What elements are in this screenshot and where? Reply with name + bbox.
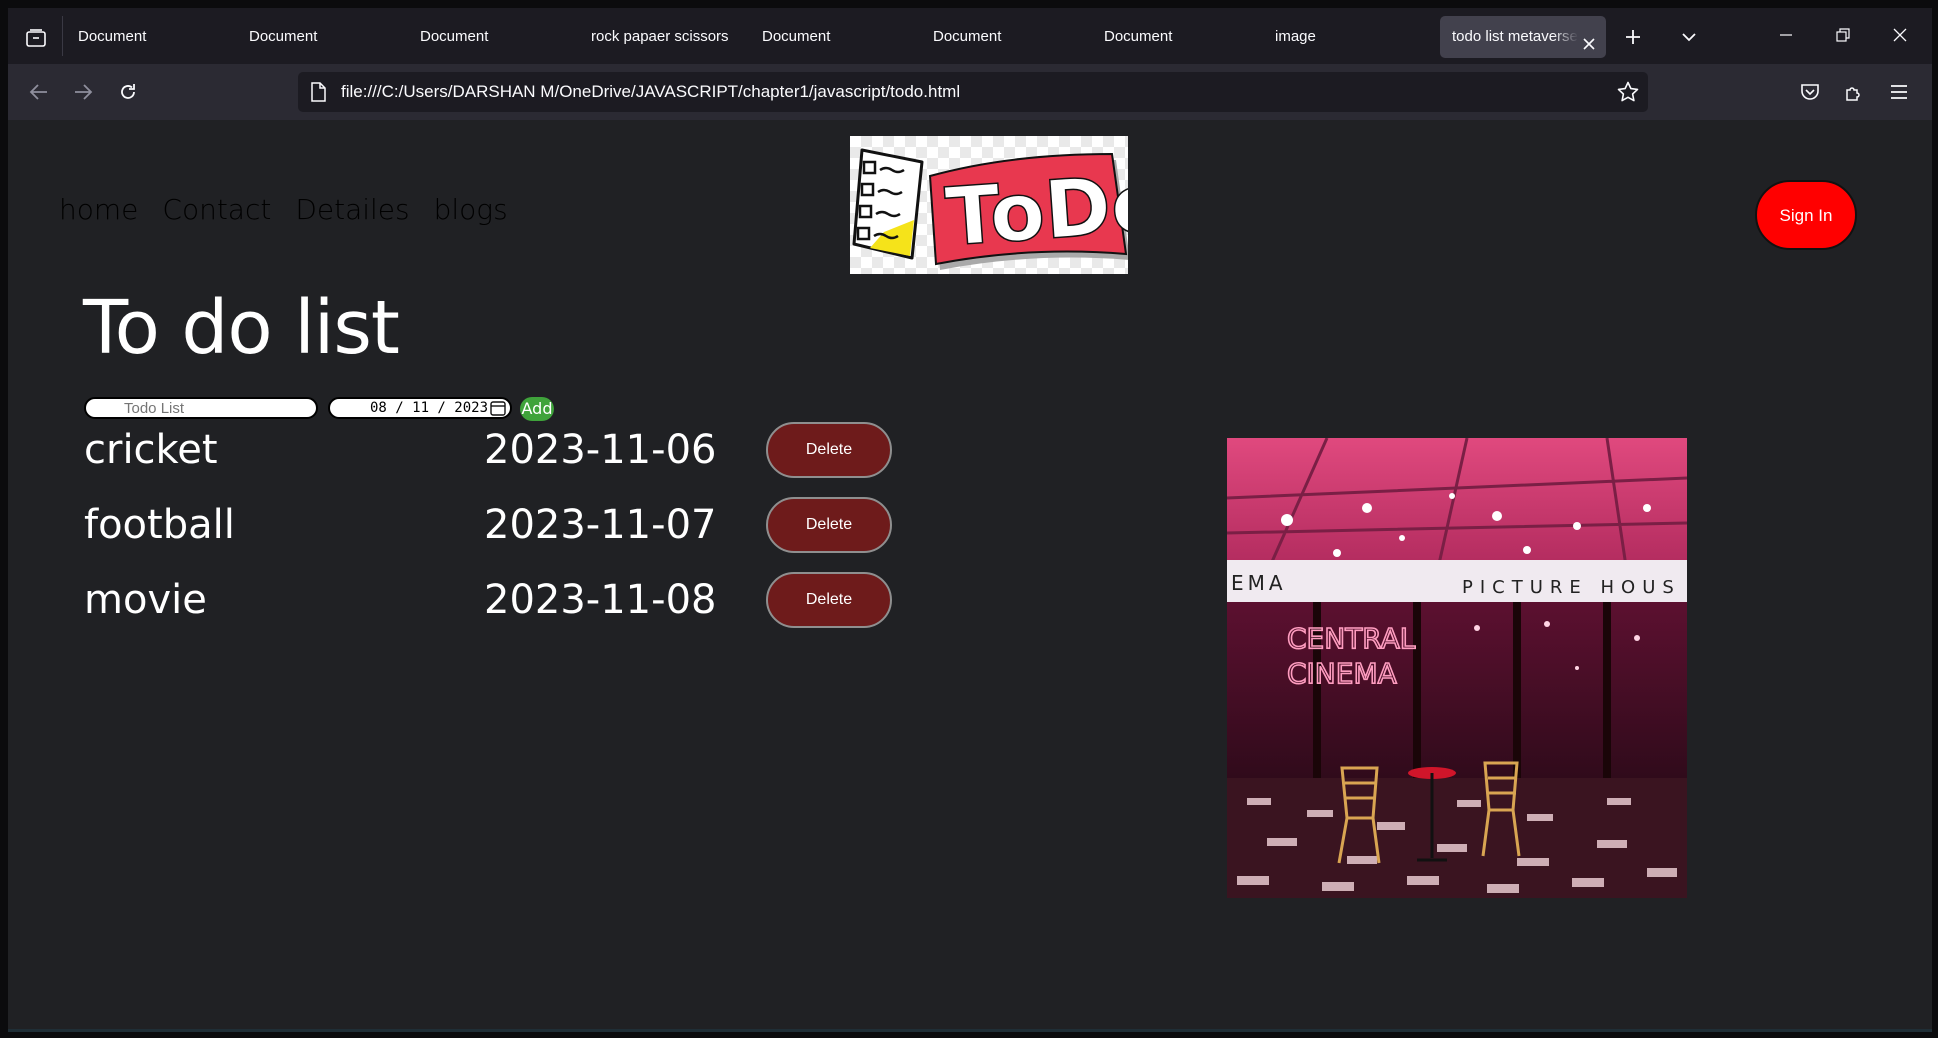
bottom-edge: [8, 1029, 1932, 1032]
navigation-toolbar: file:///C:/Users/DARSHAN M/OneDrive/JAVA…: [8, 64, 1932, 120]
todo-item-date: 2023-11-08: [484, 577, 717, 623]
site-nav: home Contact Detailes blogs: [59, 193, 508, 226]
photo-sign-right: PICTURE HOUS: [1462, 577, 1681, 598]
todo-item-name: cricket: [84, 427, 218, 473]
cinema-photo: EMA PICTURE HOUS CENTRAL CINEMA: [1226, 437, 1688, 898]
close-window-icon[interactable]: [1880, 20, 1920, 50]
tab[interactable]: Document: [1092, 16, 1263, 58]
tab[interactable]: Document: [66, 16, 237, 58]
url-bar[interactable]: file:///C:/Users/DARSHAN M/OneDrive/JAVA…: [298, 72, 1648, 112]
page-content: home Contact Detailes blogs ToDo Sign In…: [8, 120, 1932, 1032]
reload-icon[interactable]: [113, 77, 143, 107]
tab[interactable]: Document: [408, 16, 579, 58]
todo-item: football 2023-11-07 Delete: [84, 497, 904, 553]
photo-neon-line2: CINEMA: [1287, 657, 1397, 690]
delete-button[interactable]: Delete: [766, 497, 892, 553]
photo-neon-line1: CENTRAL: [1287, 622, 1416, 655]
tab-label: Document: [78, 28, 147, 45]
tab-divider: [62, 16, 63, 56]
todo-item: cricket 2023-11-06 Delete: [84, 422, 904, 478]
add-button[interactable]: Add: [520, 397, 554, 421]
todo-item-name: football: [84, 502, 235, 548]
calendar-icon[interactable]: [490, 400, 506, 416]
new-tab-icon[interactable]: [1618, 22, 1648, 52]
menu-hamburger-icon[interactable]: [1884, 77, 1914, 107]
tab-label: Document: [933, 28, 1002, 45]
bookmark-star-icon[interactable]: [1616, 80, 1640, 104]
tab-active[interactable]: todo list metaverse: [1440, 16, 1606, 58]
todo-logo: ToDo: [850, 136, 1170, 274]
date-value: 08 / 11 / 2023: [370, 400, 489, 416]
list-tabs-chevron-down-icon[interactable]: [1674, 22, 1704, 52]
tab-label: Document: [1104, 28, 1173, 45]
todo-item-name: movie: [84, 577, 207, 623]
tab-label: Document: [420, 28, 489, 45]
todo-item-date: 2023-11-06: [484, 427, 717, 473]
firefox-view-icon[interactable]: [22, 26, 50, 50]
minimize-icon[interactable]: [1766, 20, 1806, 50]
nav-link-blogs[interactable]: blogs: [434, 193, 508, 226]
browser-window: Document Document Document rock papaer s…: [8, 8, 1932, 1032]
close-tab-icon[interactable]: [1580, 28, 1598, 50]
tab[interactable]: rock papaer scissors: [579, 16, 750, 58]
tab[interactable]: image: [1263, 16, 1434, 58]
pocket-icon[interactable]: [1795, 77, 1825, 107]
tab-label: Document: [762, 28, 831, 45]
tab-strip: Document Document Document rock papaer s…: [8, 8, 1932, 64]
delete-button[interactable]: Delete: [766, 572, 892, 628]
tab-label: rock papaer scissors: [591, 28, 729, 45]
nav-link-contact[interactable]: Contact: [162, 193, 271, 226]
page-icon: [310, 82, 328, 102]
page-title: To do list: [83, 285, 400, 371]
tab-label: image: [1275, 28, 1316, 45]
extensions-icon[interactable]: [1839, 77, 1869, 107]
sign-in-button[interactable]: Sign In: [1755, 180, 1857, 250]
forward-icon[interactable]: [68, 77, 98, 107]
nav-link-home[interactable]: home: [59, 193, 138, 226]
logo-text: ToDo: [943, 156, 1128, 264]
tab[interactable]: Document: [921, 16, 1092, 58]
tab-label: Document: [249, 28, 318, 45]
back-icon[interactable]: [24, 77, 54, 107]
tab[interactable]: Document: [237, 16, 408, 58]
restore-icon[interactable]: [1823, 20, 1863, 50]
todo-item-date: 2023-11-07: [484, 502, 717, 548]
url-text[interactable]: file:///C:/Users/DARSHAN M/OneDrive/JAVA…: [341, 72, 960, 112]
nav-link-detailes[interactable]: Detailes: [295, 193, 409, 226]
delete-button[interactable]: Delete: [766, 422, 892, 478]
tab-label: todo list metaverse: [1452, 28, 1578, 45]
todo-item: movie 2023-11-08 Delete: [84, 572, 904, 628]
todo-input[interactable]: [84, 397, 318, 419]
tab[interactable]: Document: [750, 16, 921, 58]
date-input[interactable]: 08 / 11 / 2023: [328, 397, 512, 419]
photo-sign-left: EMA: [1231, 571, 1287, 595]
